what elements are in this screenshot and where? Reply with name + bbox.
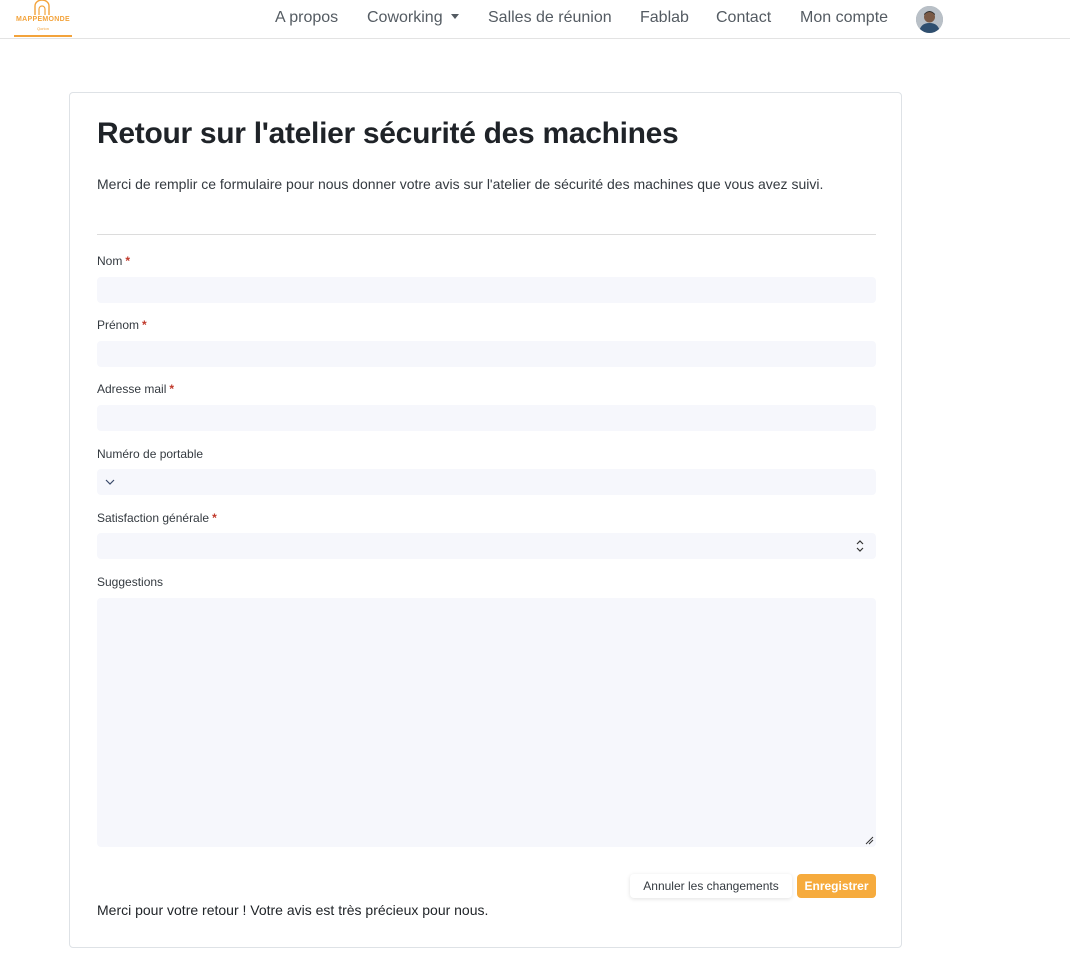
form-description: Merci de remplir ce formulaire pour nous… — [97, 176, 824, 192]
suggestions-textarea[interactable] — [97, 598, 876, 847]
phone-label: Numéro de portable — [97, 447, 204, 461]
nav-item-salles[interactable]: Salles de réunion — [488, 9, 612, 27]
email-label: Adresse mail * — [97, 382, 174, 396]
resize-handle-icon[interactable] — [864, 835, 874, 845]
nom-input[interactable] — [97, 277, 876, 303]
logo-wordmark: MAPPEMONDE — [16, 16, 70, 23]
satisfaction-label: Satisfaction générale * — [97, 511, 217, 525]
chevron-down-icon[interactable] — [105, 477, 115, 487]
nav-item-fablab[interactable]: Fablab — [640, 9, 689, 27]
suggestions-label: Suggestions — [97, 575, 164, 589]
logo-underline — [14, 35, 72, 37]
required-marker: * — [125, 254, 131, 268]
email-label-text: Adresse mail — [97, 382, 167, 396]
cancel-button[interactable]: Annuler les changements — [630, 874, 792, 898]
nav-item-a-propos[interactable]: A propos — [275, 9, 338, 27]
avatar-image — [916, 6, 943, 33]
caret-down-icon — [450, 14, 459, 19]
required-marker: * — [169, 382, 175, 396]
page-title: Retour sur l'atelier sécurité des machin… — [97, 117, 679, 150]
spinner-arrows-icon[interactable] — [856, 539, 864, 553]
save-button[interactable]: Enregistrer — [797, 874, 876, 898]
nom-label: Nom * — [97, 254, 130, 268]
email-input[interactable] — [97, 405, 876, 431]
feedback-form-card: Retour sur l'atelier sécurité des machin… — [69, 92, 902, 948]
thanks-message: Merci pour votre retour ! Votre avis est… — [97, 902, 489, 918]
brand-logo[interactable]: MAPPEMONDE Qorion — [14, 0, 72, 38]
phone-input[interactable] — [97, 469, 876, 495]
arch-logo-icon — [34, 0, 50, 15]
required-marker: * — [142, 318, 147, 332]
nav-item-coworking-label: Coworking — [367, 9, 443, 26]
prenom-input[interactable] — [97, 341, 876, 367]
required-marker: * — [212, 511, 217, 525]
nav-item-mon-compte[interactable]: Mon compte — [800, 9, 888, 27]
top-navbar: MAPPEMONDE Qorion A propos Coworking Sal… — [0, 0, 1070, 39]
user-avatar[interactable] — [916, 6, 943, 33]
prenom-label-text: Prénom — [97, 318, 140, 332]
nom-label-text: Nom — [97, 254, 123, 268]
nav-item-contact[interactable]: Contact — [716, 9, 771, 27]
satisfaction-label-text: Satisfaction générale — [97, 511, 210, 525]
satisfaction-number-input[interactable] — [97, 533, 876, 559]
divider — [97, 234, 876, 235]
prenom-label: Prénom * — [97, 318, 147, 332]
logo-subtext: Qorion — [36, 26, 49, 31]
nav-item-coworking[interactable]: Coworking — [367, 9, 459, 27]
